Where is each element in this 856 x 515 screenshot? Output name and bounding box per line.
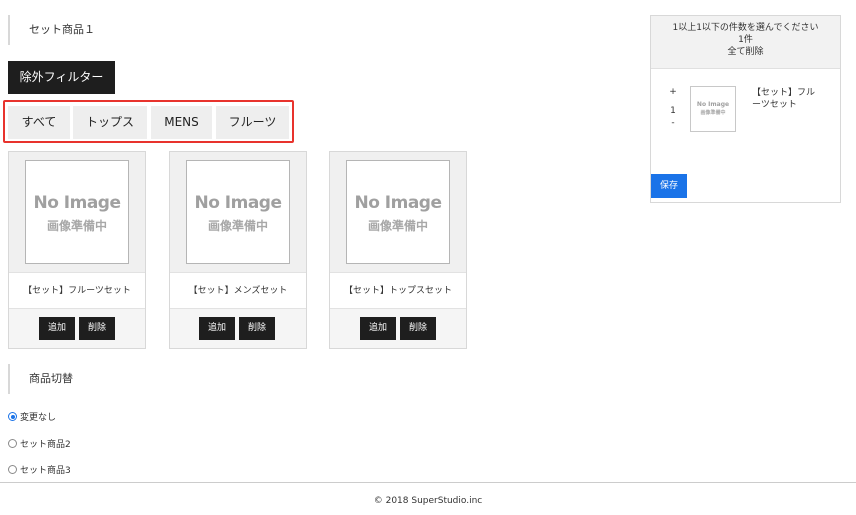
quantity-plus-button[interactable]: + bbox=[668, 87, 678, 97]
delete-button[interactable]: 削除 bbox=[400, 317, 436, 340]
filter-tab-fruits[interactable]: フルーツ bbox=[216, 106, 289, 139]
radio-option-set-product-3[interactable]: セット商品3 bbox=[8, 465, 71, 477]
quantity-minus-button[interactable]: - bbox=[668, 118, 678, 128]
selection-count: 1件 bbox=[738, 35, 753, 45]
product-actions: 追加 削除 bbox=[330, 317, 466, 341]
selection-panel-header: 1以上1以下の件数を選んでください 1件 全て削除 bbox=[651, 16, 840, 69]
delete-button[interactable]: 削除 bbox=[239, 317, 275, 340]
radio-button[interactable] bbox=[8, 439, 17, 448]
clear-all-link[interactable]: 全て削除 bbox=[651, 46, 840, 58]
radio-label: セット商品2 bbox=[20, 440, 71, 450]
quantity-value: 1 bbox=[670, 106, 676, 116]
filter-tab-mens[interactable]: MENS bbox=[151, 106, 212, 139]
radio-button[interactable] bbox=[8, 412, 17, 421]
no-image-placeholder: No Image 画像準備中 bbox=[186, 160, 290, 264]
product-card: No Image 画像準備中 【セット】トップスセット 追加 削除 bbox=[329, 151, 467, 349]
add-button[interactable]: 追加 bbox=[360, 317, 396, 340]
filter-tab-tops[interactable]: トップス bbox=[73, 106, 147, 139]
selection-instruction: 1以上1以下の件数を選んでください bbox=[672, 23, 819, 33]
product-image-area: No Image 画像準備中 bbox=[9, 152, 145, 272]
product-name: 【セット】メンズセット bbox=[170, 272, 306, 309]
cart-item-thumbnail: No Image 画像準備中 bbox=[690, 86, 736, 132]
add-button[interactable]: 追加 bbox=[39, 317, 75, 340]
save-button[interactable]: 保存 bbox=[651, 174, 687, 198]
product-image-area: No Image 画像準備中 bbox=[170, 152, 306, 272]
section-title-product-switch: 商品切替 bbox=[8, 364, 73, 394]
no-image-text: No Image bbox=[194, 193, 282, 213]
product-name: 【セット】フルーツセット bbox=[9, 272, 145, 309]
radio-option-no-change[interactable]: 変更なし bbox=[8, 412, 56, 424]
no-image-text: No Image bbox=[33, 193, 121, 213]
radio-label: 変更なし bbox=[20, 413, 57, 423]
section-title-set-product: セット商品１ bbox=[8, 15, 95, 45]
delete-button[interactable]: 削除 bbox=[79, 317, 115, 340]
exclude-filter-button[interactable]: 除外フィルター bbox=[8, 61, 115, 94]
no-image-text: No Image bbox=[696, 101, 730, 108]
product-actions: 追加 削除 bbox=[9, 317, 145, 341]
radio-option-set-product-2[interactable]: セット商品2 bbox=[8, 439, 71, 451]
cart-item-name: 【セット】フルーツセット bbox=[752, 88, 816, 110]
selection-panel: 1以上1以下の件数を選んでください 1件 全て削除 + 1 - No Image… bbox=[650, 15, 841, 203]
no-image-subtext: 画像準備中 bbox=[700, 110, 726, 116]
radio-label: セット商品3 bbox=[20, 466, 71, 476]
add-button[interactable]: 追加 bbox=[199, 317, 235, 340]
filter-tab-all[interactable]: すべて bbox=[8, 106, 70, 139]
no-image-subtext: 画像準備中 bbox=[367, 219, 428, 233]
product-card: No Image 画像準備中 【セット】フルーツセット 追加 削除 bbox=[8, 151, 146, 349]
no-image-subtext: 画像準備中 bbox=[46, 219, 107, 233]
product-image-area: No Image 画像準備中 bbox=[330, 152, 466, 272]
product-name: 【セット】トップスセット bbox=[330, 272, 466, 309]
no-image-text: No Image bbox=[354, 193, 442, 213]
no-image-subtext: 画像準備中 bbox=[207, 219, 268, 233]
footer-copyright: © 2018 SuperStudio.inc bbox=[373, 496, 483, 506]
no-image-placeholder: No Image 画像準備中 bbox=[346, 160, 450, 264]
product-actions: 追加 削除 bbox=[170, 317, 306, 341]
footer-divider bbox=[0, 482, 856, 483]
product-card: No Image 画像準備中 【セット】メンズセット 追加 削除 bbox=[169, 151, 307, 349]
no-image-placeholder: No Image 画像準備中 bbox=[25, 160, 129, 264]
radio-button[interactable] bbox=[8, 465, 17, 474]
